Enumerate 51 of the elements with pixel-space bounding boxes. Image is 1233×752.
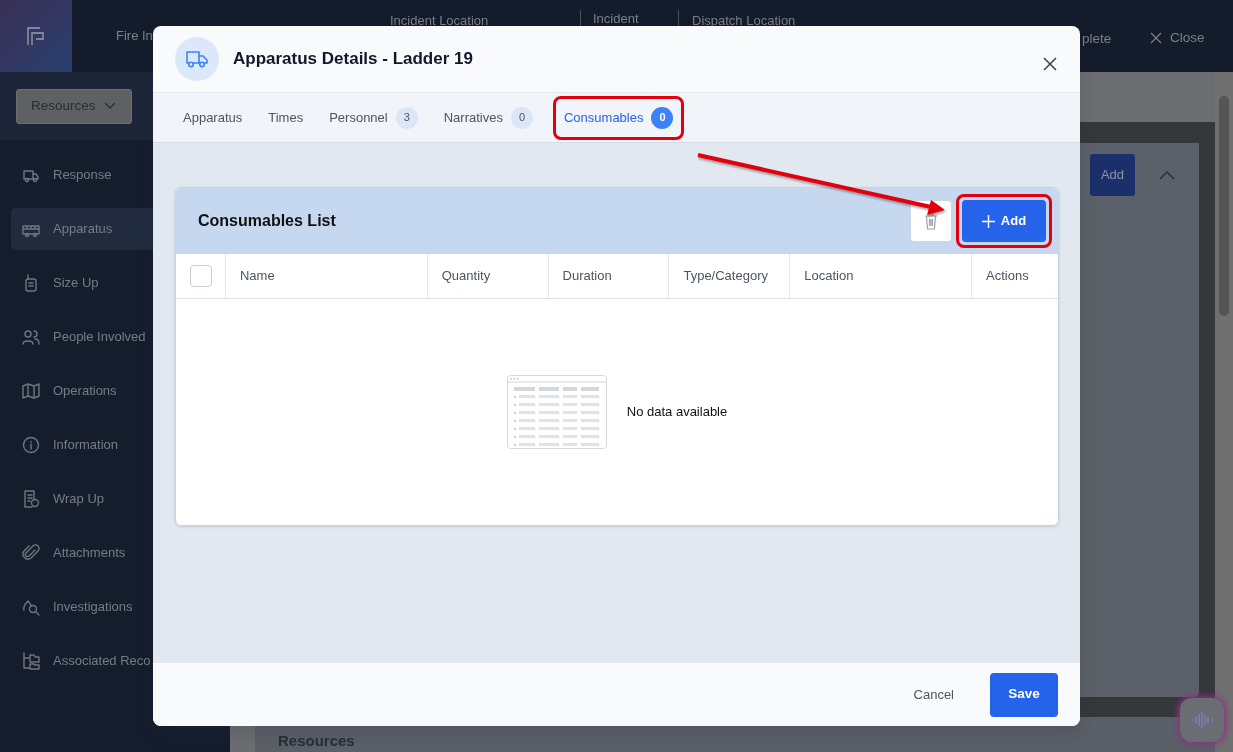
tab[interactable]: Narratives 0 xyxy=(437,102,539,133)
column-header: Name xyxy=(239,267,275,286)
column-header: Duration xyxy=(562,267,612,286)
logo-icon xyxy=(26,26,46,46)
empty-message: No data available xyxy=(626,403,728,422)
info-icon xyxy=(22,436,40,454)
search-icon xyxy=(22,598,40,616)
document-icon xyxy=(22,490,40,508)
waveform-icon xyxy=(1189,711,1215,729)
tab[interactable]: Consumables 0 xyxy=(557,102,680,133)
close-icon xyxy=(1150,32,1162,45)
sidebar-item[interactable]: Wrap Up xyxy=(11,478,230,520)
sidebar-item[interactable]: Associated Reco xyxy=(11,640,230,682)
paperclip-icon xyxy=(22,544,40,562)
chevron-down-icon xyxy=(103,102,116,110)
sidebar-item[interactable]: Operations xyxy=(11,370,230,412)
sidebar-item[interactable]: Response xyxy=(11,154,230,196)
header-field-label: Incident xyxy=(593,10,639,28)
close-link[interactable]: Close xyxy=(1150,28,1205,49)
add-button[interactable]: Add xyxy=(1090,154,1135,196)
sidebar-item[interactable]: Size Up xyxy=(11,262,230,304)
radio-icon xyxy=(22,274,40,292)
voice-button[interactable] xyxy=(1180,698,1224,742)
scrollbar[interactable] xyxy=(1215,72,1233,752)
map-icon xyxy=(22,382,40,400)
people-icon xyxy=(22,328,40,346)
column-header: Location xyxy=(804,267,854,286)
header-field-label: Incident Location xyxy=(390,12,489,30)
sidebar-item[interactable]: Information xyxy=(11,424,230,466)
select-all-checkbox[interactable] xyxy=(190,265,212,287)
tab[interactable]: Personnel 3 xyxy=(323,102,424,133)
save-button[interactable]: Save xyxy=(990,672,1058,717)
app-title: Fire In xyxy=(116,27,153,46)
sidebar-item[interactable]: Investigations xyxy=(11,586,230,628)
plus-icon xyxy=(981,214,995,228)
modal-title: Apparatus Details - Ladder 19 xyxy=(233,48,473,71)
trash-icon xyxy=(924,212,938,230)
add-button[interactable]: Add xyxy=(962,200,1046,242)
column-header: Actions xyxy=(986,267,1029,286)
header-field-label: Dispatch Location xyxy=(692,12,796,30)
action-link[interactable]: plete xyxy=(1082,29,1112,50)
tab[interactable]: Times xyxy=(262,103,310,132)
tab[interactable]: Apparatus xyxy=(177,103,249,132)
chevron-up-icon[interactable] xyxy=(1159,170,1175,180)
sidebar-item[interactable]: People Involved xyxy=(11,316,230,358)
column-header: Quantity xyxy=(441,267,491,286)
folders-icon xyxy=(22,652,40,670)
sidebar-item[interactable]: Attachments xyxy=(11,532,230,574)
truck-icon xyxy=(185,49,209,69)
column-header: Type/Category xyxy=(683,267,768,286)
cancel-button[interactable]: Cancel xyxy=(907,683,960,706)
